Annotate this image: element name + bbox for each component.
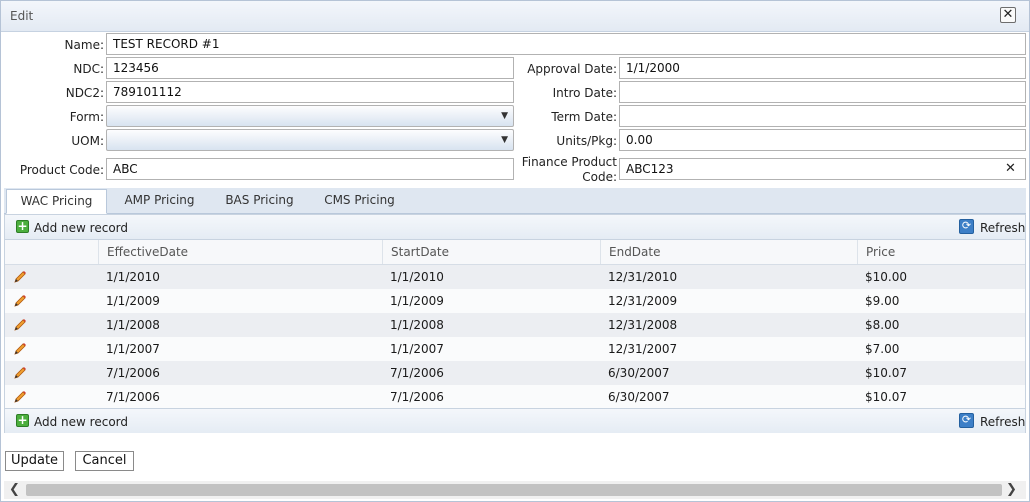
refresh-icon[interactable]: ⟳: [959, 219, 974, 234]
intro-date-label: Intro Date:: [552, 86, 617, 100]
table-row[interactable]: 1/1/2008 1/1/2008 12/31/2008 $8.00: [5, 313, 1025, 337]
scrollbar-thumb[interactable]: [26, 484, 1002, 496]
ndc2-label: NDC2:: [65, 86, 104, 100]
tab-bas-pricing[interactable]: BAS Pricing: [212, 188, 307, 213]
approval-date-field[interactable]: 1/1/2000: [619, 57, 1026, 79]
finance-product-code-field[interactable]: ABC123: [619, 158, 1026, 180]
table-cell: 6/30/2007: [608, 366, 670, 380]
uom-label: UOM:: [71, 134, 104, 148]
form-label: Form:: [69, 110, 104, 124]
table-cell: $10.07: [865, 390, 907, 404]
table-row[interactable]: 1/1/2007 1/1/2007 12/31/2007 $7.00: [5, 337, 1025, 361]
table-cell: $8.00: [865, 318, 900, 332]
table-row[interactable]: 1/1/2010 1/1/2010 12/31/2010 $10.00: [5, 265, 1025, 289]
table-cell: 12/31/2009: [608, 294, 678, 308]
update-button[interactable]: Update: [5, 451, 64, 471]
tab-amp-pricing[interactable]: AMP Pricing: [112, 188, 207, 213]
cancel-button[interactable]: Cancel: [75, 451, 134, 471]
pencil-icon[interactable]: [13, 318, 27, 332]
finance-product-code-label-line1: Finance Product: [521, 155, 617, 169]
ndc-field[interactable]: 123456: [106, 57, 514, 79]
product-code-label: Product Code:: [19, 163, 104, 177]
table-row[interactable]: 1/1/2009 1/1/2009 12/31/2009 $9.00: [5, 289, 1025, 313]
table-cell: 1/1/2010: [390, 270, 444, 284]
table-cell: 1/1/2010: [106, 270, 160, 284]
refresh-button[interactable]: Refresh: [980, 415, 1025, 429]
scroll-right-icon[interactable]: ❯: [1006, 482, 1017, 497]
name-label: Name:: [64, 38, 104, 52]
table-cell: $10.07: [865, 366, 907, 380]
add-new-record-button[interactable]: Add new record: [34, 415, 128, 429]
horizontal-scrollbar[interactable]: ❮ ❯: [4, 481, 1026, 499]
column-header-effectivedate[interactable]: EffectiveDate: [98, 240, 382, 264]
form-select[interactable]: ▼: [106, 105, 514, 127]
table-cell: 1/1/2008: [106, 318, 160, 332]
scroll-left-icon[interactable]: ❮: [9, 482, 20, 497]
intro-date-field[interactable]: [619, 81, 1026, 103]
window-title: Edit: [10, 9, 34, 23]
units-pkg-label: Units/Pkg:: [556, 134, 617, 148]
pricing-grid: + Add new record ⟳ Refresh EffectiveDate…: [4, 214, 1026, 433]
refresh-icon[interactable]: ⟳: [959, 413, 974, 428]
chevron-down-icon: ▼: [501, 135, 508, 145]
table-cell: 7/1/2006: [390, 390, 444, 404]
ndc-label: NDC:: [73, 62, 104, 76]
title-bar: Edit ✕: [1, 1, 1029, 32]
column-header-enddate[interactable]: EndDate: [600, 240, 857, 264]
table-cell: 7/1/2006: [390, 366, 444, 380]
finance-product-code-label: Finance Product Code:: [517, 155, 617, 185]
approval-date-label: Approval Date:: [527, 62, 617, 76]
table-cell: 1/1/2009: [106, 294, 160, 308]
table-cell: 7/1/2006: [106, 390, 160, 404]
table-cell: 1/1/2007: [106, 342, 160, 356]
grid-toolbar-bottom: + Add new record ⟳ Refresh: [5, 408, 1025, 433]
table-row[interactable]: 7/1/2006 7/1/2006 6/30/2007 $10.07: [5, 361, 1025, 385]
table-cell: $9.00: [865, 294, 900, 308]
add-icon[interactable]: +: [16, 414, 29, 427]
name-field[interactable]: TEST RECORD #1: [106, 33, 1026, 55]
chevron-down-icon: ▼: [501, 111, 508, 121]
table-cell: 1/1/2007: [390, 342, 444, 356]
table-cell: 12/31/2008: [608, 318, 678, 332]
refresh-button[interactable]: Refresh: [980, 221, 1025, 235]
term-date-label: Term Date:: [551, 110, 617, 124]
uom-select[interactable]: ▼: [106, 129, 514, 151]
table-cell: 1/1/2008: [390, 318, 444, 332]
edit-window: Edit ✕ Name: TEST RECORD #1 NDC: 123456 …: [0, 0, 1030, 502]
tab-cms-pricing[interactable]: CMS Pricing: [312, 188, 407, 213]
finance-product-code-label-line2: Code:: [582, 170, 617, 184]
add-new-record-button[interactable]: Add new record: [34, 221, 128, 235]
pencil-icon[interactable]: [13, 366, 27, 380]
table-cell: 7/1/2006: [106, 366, 160, 380]
grid-toolbar-top: + Add new record ⟳ Refresh: [5, 215, 1025, 240]
add-icon[interactable]: +: [16, 220, 29, 233]
pencil-icon[interactable]: [13, 294, 27, 308]
clear-icon[interactable]: ✕: [1005, 161, 1016, 176]
table-cell: 1/1/2009: [390, 294, 444, 308]
column-header-price[interactable]: Price: [857, 240, 1025, 264]
ndc2-field[interactable]: 789101112: [106, 81, 514, 103]
table-cell: 6/30/2007: [608, 390, 670, 404]
pencil-icon[interactable]: [13, 270, 27, 284]
table-cell: $10.00: [865, 270, 907, 284]
term-date-field[interactable]: [619, 105, 1026, 127]
product-code-field[interactable]: ABC: [106, 158, 514, 180]
table-cell: 12/31/2010: [608, 270, 678, 284]
table-cell: $7.00: [865, 342, 900, 356]
table-row[interactable]: 7/1/2006 7/1/2006 6/30/2007 $10.07: [5, 385, 1025, 409]
pencil-icon[interactable]: [13, 342, 27, 356]
tab-wac-pricing[interactable]: WAC Pricing: [6, 189, 107, 214]
pricing-tabs: WAC Pricing AMP Pricing BAS Pricing CMS …: [4, 188, 1026, 214]
units-pkg-field[interactable]: 0.00: [619, 129, 1026, 151]
grid-header: EffectiveDate StartDate EndDate Price: [5, 240, 1025, 265]
pencil-icon[interactable]: [13, 390, 27, 404]
column-header-startdate[interactable]: StartDate: [382, 240, 600, 264]
close-icon[interactable]: ✕: [1000, 7, 1016, 23]
table-cell: 12/31/2007: [608, 342, 678, 356]
